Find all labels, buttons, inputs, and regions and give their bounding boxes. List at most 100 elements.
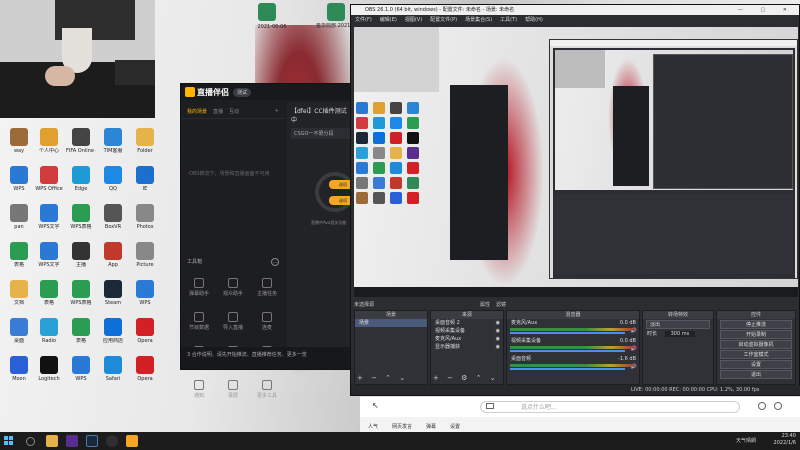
web-chat-button[interactable]: 网页发言 (392, 423, 412, 430)
source-item[interactable]: 显示器捕获 ◉ (431, 343, 503, 351)
desktop-icon[interactable]: TIM客服 (98, 128, 128, 154)
desktop-icon[interactable]: WPS Office (34, 166, 64, 192)
stream-title[interactable]: 【dfei】CC插件测试中 (287, 102, 354, 128)
desktop-icon[interactable]: 表格 (4, 242, 34, 268)
send-icon[interactable] (774, 402, 782, 410)
desktop-icon[interactable]: Folder (130, 128, 160, 154)
system-clock[interactable]: 23:40 2022/1/6 (774, 433, 796, 447)
popularity-button[interactable]: 人气 (368, 423, 378, 430)
menu-profile[interactable]: 配置文件(P) (430, 15, 457, 25)
virtual-camera-button[interactable]: 启动虚拟摄像机 (720, 340, 792, 349)
desktop-icon[interactable]: WPS (4, 166, 34, 192)
menu-view[interactable]: 视图(V) (405, 15, 422, 25)
desktop-icon[interactable]: way (4, 128, 34, 154)
desktop-icon[interactable]: WPS表格 (66, 280, 96, 306)
desktop-icon[interactable]: WPS (130, 280, 160, 306)
menu-scene-collection[interactable]: 场景集合(S) (465, 15, 492, 25)
desktop-icon[interactable]: WPS文字 (34, 242, 64, 268)
desktop-icon[interactable]: 主播 (66, 242, 96, 268)
speaker-icon[interactable]: 🔊 (631, 346, 637, 352)
more-icon[interactable]: … (271, 258, 279, 266)
visibility-icon[interactable]: ◉ (496, 335, 500, 343)
visibility-icon[interactable]: ◉ (496, 327, 500, 335)
source-item[interactable]: 视频采集设备 ◉ (431, 327, 503, 335)
gift-icon[interactable] (486, 403, 494, 409)
tool-item[interactable]: 观众助手 (219, 278, 247, 297)
settings-button[interactable]: 设置 (720, 360, 792, 369)
desktop-icon[interactable]: BoxVR (98, 204, 128, 230)
desktop-icon[interactable]: WPS文字 (34, 204, 64, 230)
desktop-file[interactable]: 2021-06-06 (252, 22, 292, 30)
desktop-icon[interactable]: 表格 (34, 280, 64, 306)
volume-slider[interactable]: 🔊 (510, 364, 637, 370)
stop-streaming-button[interactable]: 停止推流 (720, 320, 792, 329)
desktop-file[interactable] (252, 3, 282, 21)
desktop-icon[interactable]: 桌面 (4, 318, 34, 344)
visibility-icon[interactable]: ◉ (496, 343, 500, 351)
filters-button[interactable]: 滤镜 (496, 301, 506, 308)
exit-button[interactable]: 退出 (720, 370, 792, 379)
scene-item[interactable]: 场景 (355, 319, 427, 327)
chat-settings-button[interactable]: 设置 (450, 423, 460, 430)
menu-edit[interactable]: 编辑(E) (380, 15, 397, 25)
desktop-icon[interactable]: 个人中心 (34, 128, 64, 154)
volume-slider[interactable]: 🔊 (510, 346, 637, 352)
search-icon[interactable] (26, 437, 35, 446)
desktop-icon[interactable]: Opera (130, 356, 160, 382)
volume-slider[interactable]: 🔊 (510, 328, 637, 334)
stream-category[interactable]: CSGO一不限分段 (291, 128, 350, 139)
tool-item[interactable]: 录屏 (219, 380, 247, 399)
desktop-icon[interactable]: App (98, 242, 128, 268)
speaker-icon[interactable]: 🔊 (631, 364, 637, 370)
desktop-icon[interactable]: 文档 (4, 280, 34, 306)
speaker-icon[interactable]: 🔊 (631, 328, 637, 334)
desktop-icon[interactable]: 表格 (66, 318, 96, 344)
desktop-icon[interactable]: QQ (98, 166, 128, 192)
version-badge[interactable]: 测试 (233, 87, 252, 97)
desktop-icon[interactable]: Moon (4, 356, 34, 382)
source-controls[interactable]: + − ⚙ ⌃ ⌄ (433, 374, 499, 382)
studio-mode-button[interactable]: 工作室模式 (720, 350, 792, 359)
menu-file[interactable]: 文件(F) (355, 15, 372, 25)
properties-button[interactable]: 属性 (480, 301, 490, 308)
tool-item[interactable]: 连麦 (253, 312, 281, 331)
tool-item[interactable]: 主播任务 (253, 278, 281, 297)
duration-input[interactable]: 300 ms (664, 331, 696, 337)
steam-icon[interactable] (86, 435, 98, 447)
desktop-icon[interactable]: Edge (66, 166, 96, 192)
desktop-icon[interactable]: IE (130, 166, 160, 192)
desktop-icon[interactable]: FIFA Online 4 (66, 128, 96, 154)
tab-live[interactable]: 直播 (213, 108, 223, 115)
tab-interact[interactable]: 互动 (229, 108, 239, 115)
companion-app-icon[interactable] (126, 435, 138, 447)
start-windows-icon[interactable] (4, 436, 14, 446)
desktop-icon[interactable]: Opera (130, 318, 160, 344)
source-item[interactable]: 桌面音频 2 ◉ (431, 319, 503, 327)
tab-my-scenes[interactable]: 我的场景 (187, 108, 207, 115)
tray-weather[interactable]: 天气晴朗 (736, 437, 756, 444)
desktop-icon[interactable]: Safari (98, 356, 128, 382)
tool-item[interactable]: 弹幕助手 (185, 278, 213, 297)
app-icon[interactable] (66, 435, 78, 447)
desktop-icon[interactable]: Radio (34, 318, 64, 344)
tool-item[interactable]: 导入直播 (219, 312, 247, 331)
menu-tools[interactable]: 工具(T) (500, 15, 517, 25)
tool-item[interactable]: 更多工具 (253, 380, 281, 399)
start-recording-button[interactable]: 开始录制 (720, 330, 792, 339)
desktop-icon[interactable]: Picture (130, 242, 160, 268)
visibility-icon[interactable]: ◉ (496, 319, 500, 327)
scene-controls[interactable]: + − ⌃ ⌄ (357, 374, 408, 382)
desktop-icon[interactable]: Logitech (34, 356, 64, 382)
desktop-icon[interactable]: WPS表格 (66, 204, 96, 230)
desktop-icon[interactable]: 应用商店 (98, 318, 128, 344)
file-explorer-icon[interactable] (46, 435, 58, 447)
menu-help[interactable]: 帮助(H) (525, 15, 543, 25)
tool-item[interactable]: 通知 (185, 380, 213, 399)
desktop-icon[interactable]: pan (4, 204, 34, 230)
desktop-icon[interactable]: Steam (98, 280, 128, 306)
tool-item[interactable]: 节目数据 (185, 312, 213, 331)
obs-icon[interactable] (106, 435, 118, 447)
desktop-icon[interactable]: Photos (130, 204, 160, 230)
add-scene-icon[interactable]: + (275, 108, 279, 115)
chat-input[interactable]: 说点什么吧... (480, 401, 740, 413)
